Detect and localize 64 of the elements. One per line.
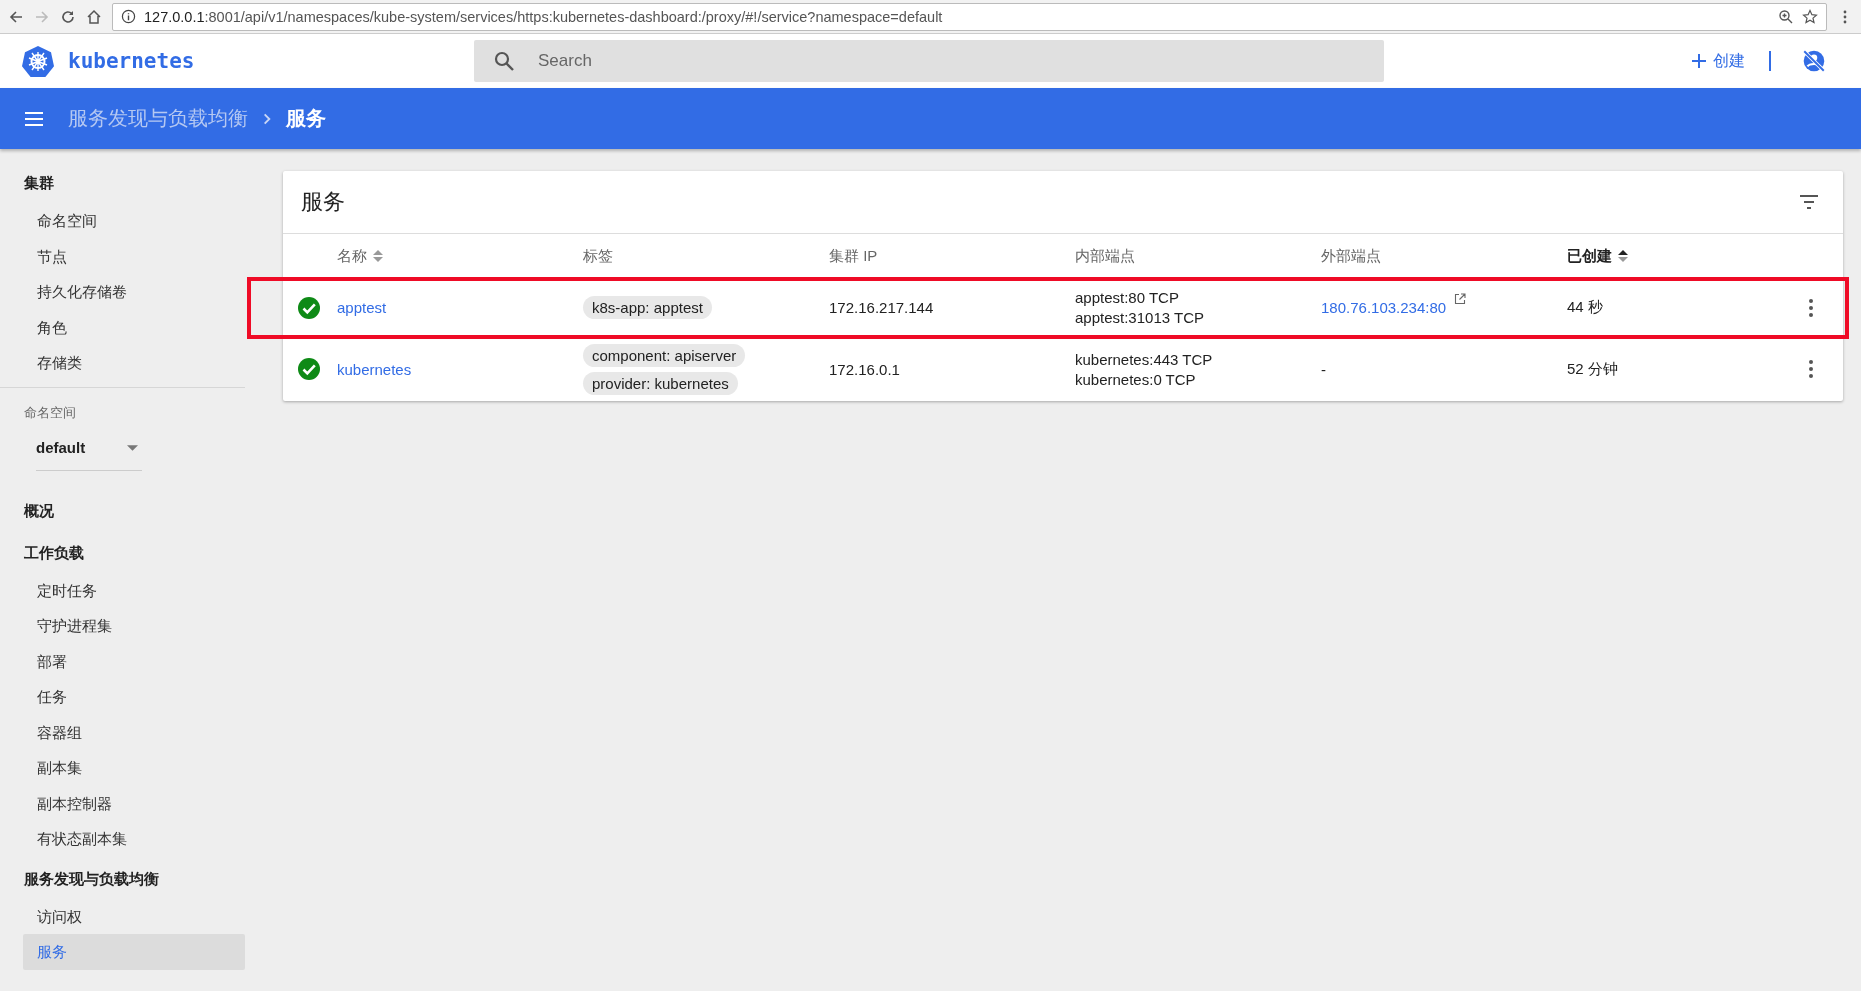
table-cell: 44 秒: [1567, 298, 1603, 315]
sidebar-item[interactable]: 节点: [0, 238, 245, 274]
sidebar-heading[interactable]: 集群: [0, 167, 245, 203]
more-vertical-icon[interactable]: [1808, 359, 1814, 379]
search-icon: [492, 49, 516, 73]
sidebar-heading[interactable]: 服务发现与负载均衡: [0, 862, 245, 899]
sidebar-item[interactable]: 守护进程集: [0, 608, 245, 644]
column-header[interactable]: 名称: [337, 246, 367, 266]
service-name-link[interactable]: apptest: [337, 299, 387, 316]
table-cell-text: apptest:31013 TCP: [1075, 309, 1205, 326]
column-header: 集群 IP: [829, 246, 878, 266]
external-endpoint-link[interactable]: 180.76.103.234:80: [1321, 299, 1447, 316]
info-icon[interactable]: [121, 9, 136, 24]
table-cell: 52 分钟: [1567, 359, 1618, 377]
sidebar-item[interactable]: 任务: [0, 679, 245, 715]
namespace-label: 命名空间: [24, 403, 77, 422]
star-icon[interactable]: [1802, 8, 1818, 25]
plus-icon: [1691, 53, 1707, 69]
service-name-link[interactable]: kubernetes: [337, 360, 412, 378]
sidebar-item[interactable]: 有状态副本集: [0, 821, 245, 857]
table-cell-text: apptest:80 TCP: [1075, 289, 1180, 306]
back-icon[interactable]: [8, 8, 24, 25]
label-chip: component: apiserver: [583, 343, 746, 367]
table-cell: 172.16.217.144: [829, 299, 934, 316]
helm-wheel-logo-icon[interactable]: [22, 45, 54, 77]
table-cell-text: kubernetes:0 TCP: [1075, 370, 1197, 388]
reload-icon[interactable]: [60, 8, 76, 25]
label-chip: provider: kubernetes: [583, 371, 738, 395]
sidebar-item[interactable]: 持久化存储卷: [0, 274, 245, 310]
sidebar-heading[interactable]: 概况: [0, 494, 245, 531]
create-button[interactable]: 创建: [1687, 46, 1749, 76]
column-header: 标签: [583, 246, 613, 266]
caret-icon: [127, 444, 138, 451]
sidebar-item[interactable]: 服务: [23, 934, 245, 970]
sidebar-item[interactable]: 访问权: [0, 898, 245, 934]
label-chip: k8s-app: apptest: [583, 296, 712, 319]
column-header: 内部端点: [1075, 246, 1135, 266]
external-link-icon[interactable]: [1454, 293, 1467, 305]
table-cell: -: [1321, 360, 1326, 378]
sort-icon[interactable]: [1618, 249, 1628, 263]
address-bar[interactable]: 127.0.0.1:8001/api/v1/namespaces/kube-system/services/https:kubernetes-dashboard:/proxy/#!/service?namespace=default: [112, 2, 1827, 31]
more-vertical-icon[interactable]: [1808, 297, 1814, 318]
home-icon[interactable]: [86, 8, 102, 25]
sidebar-item[interactable]: 部署: [0, 643, 245, 679]
namespace-dropdown[interactable]: default: [36, 425, 142, 471]
search-input[interactable]: Search: [536, 50, 1366, 72]
table-cell: 172.16.0.1: [829, 360, 900, 378]
card-title: 服务: [301, 188, 345, 216]
zoom-icon[interactable]: [1778, 8, 1794, 25]
search-field[interactable]: Search: [474, 40, 1384, 82]
sidebar-item[interactable]: 容器组: [0, 714, 245, 750]
sidebar-item[interactable]: 存储类: [0, 345, 245, 381]
sidebar-item[interactable]: 副本集: [0, 750, 245, 786]
crossed-user-icon[interactable]: [1801, 48, 1827, 74]
breadcrumb-current: 服务: [286, 106, 326, 131]
sidebar-item[interactable]: 角色: [0, 309, 245, 345]
sidebar-item[interactable]: 副本控制器: [0, 785, 245, 821]
column-header: 外部端点: [1321, 246, 1381, 266]
sidebar-item[interactable]: 定时任务: [0, 572, 245, 608]
sidebar-item[interactable]: 命名空间: [0, 203, 245, 239]
brand-name: kubernetes: [68, 49, 196, 73]
column-header[interactable]: 已创建: [1567, 246, 1612, 266]
sidebar-heading[interactable]: 工作负载: [0, 536, 245, 573]
table-cell-text: kubernetes:443 TCP: [1075, 350, 1214, 368]
